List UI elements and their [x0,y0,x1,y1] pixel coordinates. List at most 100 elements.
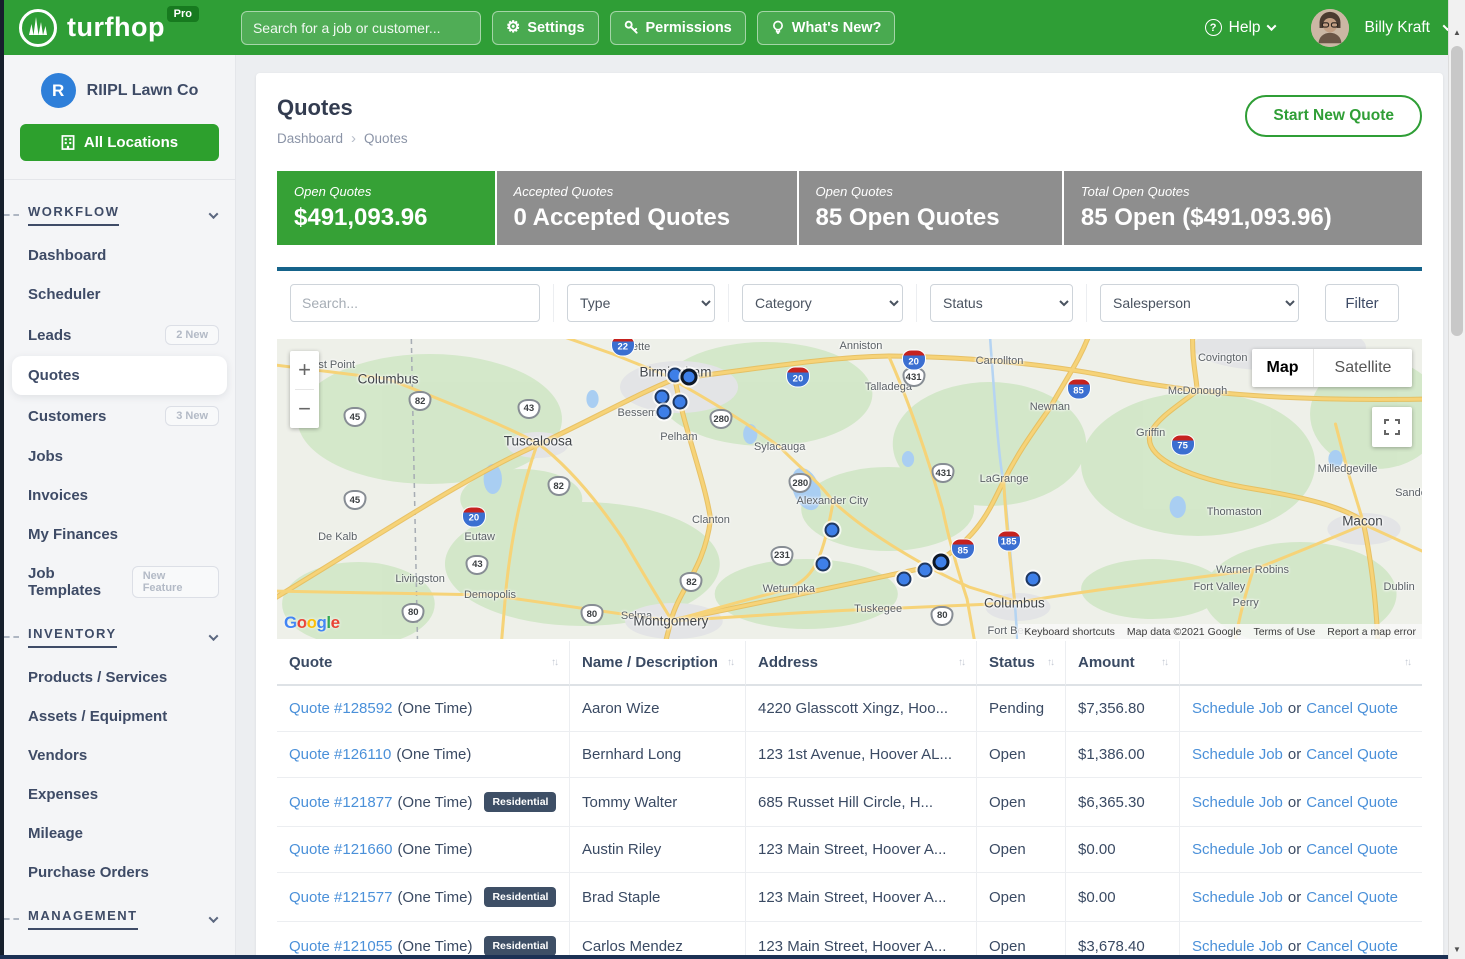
map-marker-7[interactable] [897,572,912,587]
map-marker-2[interactable] [654,389,669,404]
map-marker-9[interactable] [933,553,950,570]
zoom-in-button[interactable]: + [290,351,319,389]
sidebar-item-scheduler[interactable]: Scheduler [4,275,235,314]
fullscreen-button[interactable] [1372,407,1412,447]
sidebar-item-jobs[interactable]: Jobs [4,437,235,476]
google-map[interactable]: FayetteAnnistonCarrolltonCovingtonWest P… [277,339,1422,639]
map-marker-10[interactable] [1025,572,1040,587]
sidebar-item-my-finances[interactable]: My Finances [4,515,235,554]
scroll-up-arrow[interactable]: ▲ [1449,24,1465,40]
sort-icon[interactable]: ↑↓ [1039,657,1053,668]
quotes-search-input[interactable] [290,284,540,322]
cancel-quote-link[interactable]: Cancel Quote [1306,938,1398,955]
sidebar-section-header-management[interactable]: MANAGEMENT [4,898,235,940]
stat-card-2: Open Quotes85 Open Quotes [799,171,1062,245]
filter-button[interactable]: Filter [1325,284,1399,322]
sidebar-item-dashboard[interactable]: Dashboard [4,236,235,275]
salesperson-select[interactable]: Salesperson [1100,284,1299,322]
brand-logo-group[interactable]: turfhop Pro [18,8,199,48]
sidebar-item-customers[interactable]: Customers3 New [4,395,235,437]
type-select[interactable]: Type [567,284,715,322]
company-avatar[interactable]: R [41,73,76,108]
map-attribution-item[interactable]: Report a map error [1321,626,1422,638]
sidebar-section-header-inventory[interactable]: INVENTORY [4,616,235,658]
residential-badge: Residential [484,792,556,812]
cancel-quote-link[interactable]: Cancel Quote [1306,841,1398,858]
map-attribution-item[interactable]: Keyboard shortcuts [1018,626,1120,638]
address-cell: 123 Main Street, Hoover A... [746,873,977,921]
sort-icon[interactable]: ↑↓ [543,657,557,668]
column-header-amount[interactable]: Amount↑↓ [1066,641,1180,686]
quote-cell: Quote #126110(One Time) [277,732,570,777]
google-logo[interactable]: Google [284,613,340,633]
sidebar-item-invoices[interactable]: Invoices [4,476,235,515]
sort-icon[interactable]: ↑↓ [1153,657,1167,668]
user-avatar[interactable] [1311,9,1349,47]
cancel-quote-link[interactable]: Cancel Quote [1306,889,1398,906]
sidebar-item-purchase-orders[interactable]: Purchase Orders [4,853,235,892]
cancel-quote-link[interactable]: Cancel Quote [1306,700,1398,717]
sidebar-item-products-services[interactable]: Products / Services [4,658,235,697]
user-name[interactable]: Billy Kraft [1365,19,1430,37]
quote-link[interactable]: Quote #126110 [289,746,391,763]
sidebar-item-expenses[interactable]: Expenses [4,775,235,814]
column-header-status[interactable]: Status ↑↓ [977,641,1066,686]
help-menu[interactable]: ? Help [1205,19,1275,37]
schedule-job-link[interactable]: Schedule Job [1192,841,1283,858]
quote-link[interactable]: Quote #121577 [289,889,392,906]
map-attribution-item[interactable]: Terms of Use [1247,626,1321,638]
quote-link[interactable]: Quote #128592 [289,700,392,717]
settings-button[interactable]: ⚙ Settings [492,11,599,45]
schedule-job-link[interactable]: Schedule Job [1192,746,1283,763]
filter-selects: Type Category Status Salesperson [554,284,1312,322]
column-header-name-description[interactable]: Name / Description↑↓ [570,641,746,686]
all-locations-button[interactable]: All Locations [20,124,219,161]
schedule-job-link[interactable]: Schedule Job [1192,889,1283,906]
sidebar-item-vendors[interactable]: Vendors [4,736,235,775]
sidebar-item-assets-equipment[interactable]: Assets / Equipment [4,697,235,736]
schedule-job-link[interactable]: Schedule Job [1192,700,1283,717]
vertical-scrollbar[interactable]: ▲ ▼ [1448,0,1465,959]
stat-value: 0 Accepted Quotes [514,204,780,232]
scrollbar-thumb[interactable] [1451,46,1463,336]
map-marker-1[interactable] [681,369,698,386]
global-search-input[interactable] [241,11,481,45]
sidebar-item-badge: 2 New [165,325,219,345]
status-select[interactable]: Status [930,284,1073,322]
map-marker-8[interactable] [918,563,933,578]
map-marker-3[interactable] [673,395,688,410]
satellite-view-button[interactable]: Satellite [1314,349,1412,387]
map-marker-4[interactable] [657,404,672,419]
cancel-quote-link[interactable]: Cancel Quote [1306,794,1398,811]
section-dash [4,214,19,216]
category-select[interactable]: Category [742,284,903,322]
map-marker-5[interactable] [825,523,840,538]
schedule-job-link[interactable]: Schedule Job [1192,938,1283,955]
column-header-quote[interactable]: Quote↑↓ [277,641,570,686]
breadcrumb-dashboard[interactable]: Dashboard [277,131,343,146]
map-marker-6[interactable] [816,557,831,572]
sidebar-item-mileage[interactable]: Mileage [4,814,235,853]
whats-new-button[interactable]: What's New? [757,11,896,45]
map-view-button[interactable]: Map [1252,349,1314,387]
column-title: Status [989,654,1035,671]
column-header-actions[interactable]: ↑↓ [1180,641,1422,686]
start-new-quote-button[interactable]: Start New Quote [1245,95,1422,137]
sort-icon[interactable]: ↑↓ [719,657,733,668]
zoom-out-button[interactable]: − [290,390,319,428]
quote-link[interactable]: Quote #121877 [289,794,392,811]
sidebar-item-quotes[interactable]: Quotes [12,356,227,395]
column-header-address[interactable]: Address↑↓ [746,641,977,686]
quote-link[interactable]: Quote #121055 [289,938,392,955]
schedule-job-link[interactable]: Schedule Job [1192,794,1283,811]
scroll-down-arrow[interactable]: ▼ [1449,941,1465,957]
permissions-button[interactable]: Permissions [610,11,746,45]
sidebar-section-header-workflow[interactable]: WORKFLOW [4,194,235,236]
sort-icon[interactable]: ↑↓ [1396,657,1410,668]
quote-link[interactable]: Quote #121660 [289,841,392,858]
sidebar-item-leads[interactable]: Leads2 New [4,314,235,356]
sort-icon[interactable]: ↑↓ [950,657,964,668]
sidebar-item-job-templates[interactable]: Job TemplatesNew Feature [4,554,235,610]
cancel-quote-link[interactable]: Cancel Quote [1306,746,1398,763]
pro-badge: Pro [167,6,199,22]
